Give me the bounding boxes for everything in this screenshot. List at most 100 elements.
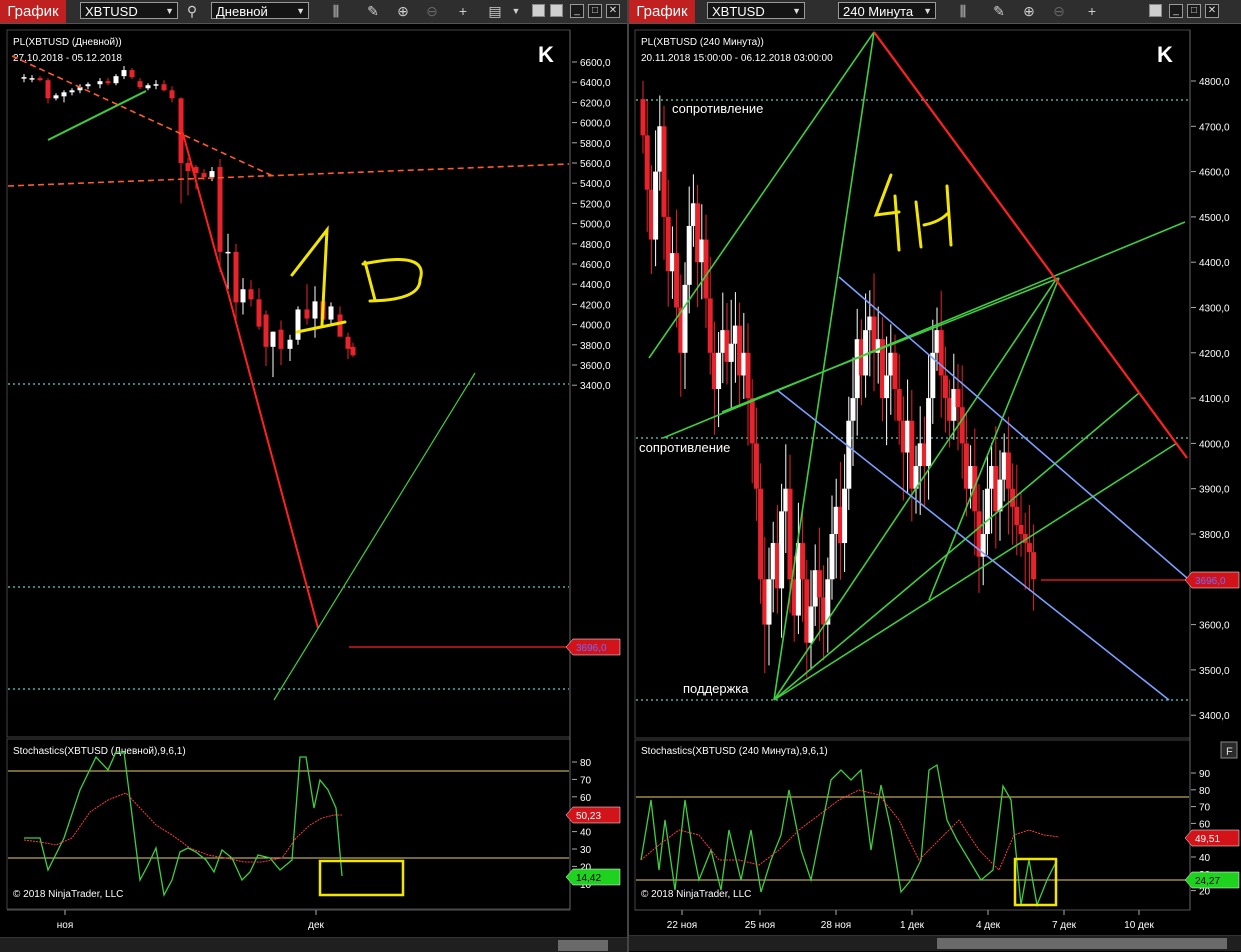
right-candle-body (682, 284, 688, 353)
right-resistance-mid-label: сопротивление (639, 440, 730, 455)
left-candle-body (263, 314, 269, 347)
left-price-axis-label: 6600,0 (580, 58, 611, 69)
left-candle-body (161, 84, 167, 91)
right-candle-body (661, 126, 667, 217)
right-price-axis-label: 4800,0 (1199, 77, 1230, 88)
right-candle-body (1031, 552, 1037, 580)
right-candle-body (938, 330, 944, 376)
left-candle-body (278, 329, 284, 349)
left-candle-body (312, 301, 318, 319)
right-price-axis-label: 4300,0 (1199, 304, 1230, 315)
right-candle-body (653, 171, 659, 240)
right-price-axis-label: 4000,0 (1199, 439, 1230, 450)
right-candle-body (884, 375, 890, 399)
bar-marker-icon: K (1157, 42, 1173, 67)
left-stoch-title: Stochastics(XBTUSD (Дневной),9,6,1) (13, 746, 186, 757)
left-candle-body (45, 80, 51, 99)
right-candle-body (644, 135, 650, 190)
right-candle-body (892, 352, 898, 390)
left-date-label: ноя (57, 920, 74, 931)
left-candle-body (153, 84, 159, 86)
left-candle-body (53, 95, 59, 99)
right-price-axis-label: 4400,0 (1199, 258, 1230, 269)
left-green-trendline-top (47, 90, 147, 141)
right-candle-body (896, 389, 902, 421)
left-price-axis-label: 6000,0 (580, 119, 611, 130)
left-dashed-resistance-2 (7, 163, 570, 187)
right-stoch-panel-border (634, 739, 1191, 911)
left-candle-body (137, 81, 143, 88)
right-stoch-d-value: 49,51 (1195, 834, 1220, 845)
right-candle-body (749, 398, 755, 444)
left-green-fan-line (273, 372, 476, 701)
right-price-axis-label: 3800,0 (1199, 530, 1230, 541)
left-candle-body (201, 173, 207, 178)
right-price-axis-label: 4100,0 (1199, 394, 1230, 405)
right-last-price-value: 3696,0 (1195, 576, 1226, 587)
right-candle-body (686, 225, 692, 285)
right-price-axis-label: 4200,0 (1199, 349, 1230, 360)
right-price-axis-label: 4600,0 (1199, 168, 1230, 179)
right-resistance-top-label: сопротивление (672, 101, 763, 116)
right-price-axis-label: 4700,0 (1199, 122, 1230, 133)
left-candle-body (295, 309, 301, 340)
left-last-price-value: 3696,0 (576, 643, 607, 654)
right-date-label: 7 дек (1052, 920, 1077, 931)
left-candle-body (69, 90, 75, 93)
left-dashed-resistance-1 (11, 55, 276, 178)
left-candle-body (328, 306, 334, 320)
left-candle-body (61, 92, 67, 97)
left-price-axis-label: 5800,0 (580, 139, 611, 150)
left-candle-body (105, 81, 111, 84)
right-chart-canvas[interactable]: 4800,0 4700,0 4600,0 4500,0 4400,0 4300,0 4200… (629, 0, 1241, 952)
left-chart-canvas[interactable]: 6600,0 6400,0 6200,0 6000,0 5800,0 5600,0 5400… (0, 0, 627, 952)
right-candle-body (640, 99, 646, 136)
right-chart-range: 20.11.2018 15:00:00 - 06.12.2018 03:00:0… (641, 53, 833, 64)
right-scrollbar[interactable] (629, 935, 1241, 951)
left-stoch-axis-label: 30 (580, 845, 592, 856)
right-date-label: 10 дек (1124, 920, 1154, 931)
right-green-fan-line-0 (648, 31, 875, 359)
left-candle-body (29, 78, 35, 80)
right-stoch-axis-label: 40 (1199, 853, 1211, 864)
left-stoch-d-value: 50,23 (576, 811, 601, 822)
right-date-label: 25 ноя (745, 920, 775, 931)
right-date-label: 4 дек (976, 920, 1001, 931)
left-scroll-thumb[interactable] (558, 940, 608, 951)
right-stoch-axis-label: 90 (1199, 769, 1211, 780)
left-candle-body (37, 78, 43, 81)
left-price-axis-label: 3600,0 (580, 361, 611, 372)
left-candle-body (145, 85, 151, 89)
right-candle-body (1018, 524, 1024, 534)
left-price-axis-label: 4000,0 (580, 321, 611, 332)
right-candle-body (1014, 506, 1020, 525)
right-date-label: 28 ноя (821, 920, 851, 931)
left-candle-body (256, 299, 262, 327)
left-handwritten-annotation (290, 225, 423, 334)
right-scroll-thumb[interactable] (937, 938, 1227, 949)
left-candle-body (337, 314, 343, 337)
right-candle-body (1026, 543, 1032, 553)
left-price-axis-label: 4200,0 (580, 300, 611, 311)
left-price-axis-label: 5400,0 (580, 179, 611, 190)
left-scrollbar[interactable] (0, 937, 627, 952)
right-candle-body (707, 298, 713, 353)
left-candle-body (350, 346, 356, 356)
left-candle-body (85, 84, 91, 87)
left-price-axis-label: 4800,0 (580, 240, 611, 251)
left-price-axis-label: 6200,0 (580, 98, 611, 109)
left-price-axis-label: 6400,0 (580, 78, 611, 89)
left-stoch-axis-label: 40 (580, 828, 592, 839)
right-price-axis-label: 3900,0 (1199, 485, 1230, 496)
left-price-axis-label: 4400,0 (580, 280, 611, 291)
left-stoch-panel-border (6, 738, 571, 910)
left-stoch-axis-label: 70 (580, 775, 592, 786)
left-candle-body (304, 309, 310, 319)
left-candle-body (185, 163, 191, 172)
right-candle-body (842, 488, 848, 544)
left-candle-body (21, 77, 27, 79)
left-stoch-axis-label: 60 (580, 793, 592, 804)
right-candle-body (972, 466, 978, 512)
left-candle-body (345, 336, 351, 349)
right-candle-body (816, 570, 822, 598)
